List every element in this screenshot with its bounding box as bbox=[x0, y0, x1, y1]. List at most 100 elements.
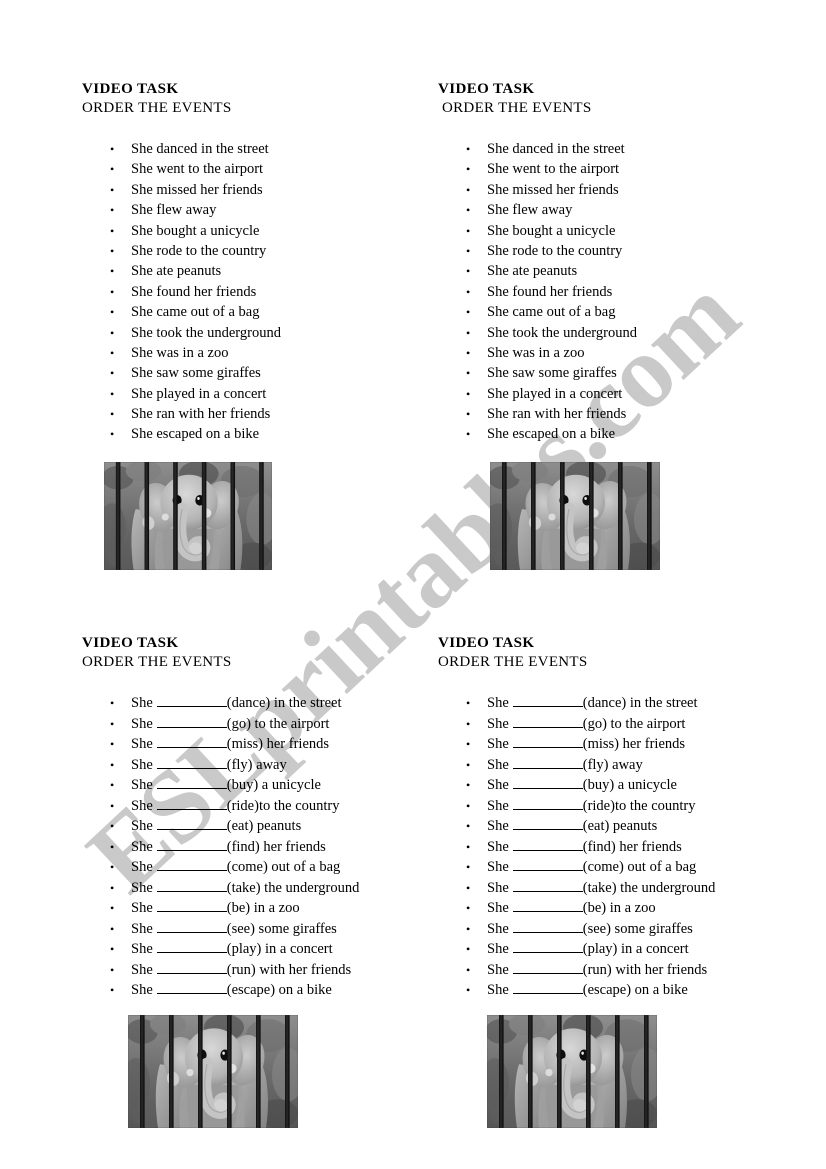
answer-blank[interactable] bbox=[156, 695, 227, 707]
answer-blank[interactable] bbox=[512, 777, 583, 789]
answer-blank[interactable] bbox=[156, 777, 227, 789]
answer-blank[interactable] bbox=[512, 941, 583, 953]
answer-blank[interactable] bbox=[512, 900, 583, 912]
page-subtitle-top-right: ORDER THE EVENTS bbox=[442, 100, 592, 116]
page-subtitle-bottom-right: ORDER THE EVENTS bbox=[438, 654, 588, 670]
answer-blank[interactable] bbox=[156, 880, 227, 892]
sentence-subject: She bbox=[487, 695, 509, 711]
page-subtitle-top-left: ORDER THE EVENTS bbox=[82, 100, 232, 116]
list-item: She was in a zoo bbox=[82, 343, 412, 364]
answer-blank[interactable] bbox=[156, 798, 227, 810]
event-text: She went to the airport bbox=[487, 161, 620, 178]
sentence-subject: She bbox=[487, 756, 509, 773]
list-item: She missed her friends bbox=[82, 180, 412, 201]
event-text: She rode to the country bbox=[487, 242, 623, 259]
sentence-subject: She bbox=[487, 818, 509, 834]
list-item: She escaped on a bike bbox=[438, 424, 768, 445]
answer-blank[interactable] bbox=[512, 798, 583, 810]
list-item: She (go) to the airport bbox=[438, 714, 783, 735]
sentence-subject: She bbox=[131, 859, 153, 875]
list-item: She (fly) away bbox=[438, 755, 783, 776]
answer-blank[interactable] bbox=[156, 982, 227, 994]
answer-blank[interactable] bbox=[156, 736, 227, 748]
list-item: She (fly) away bbox=[82, 755, 427, 776]
answer-blank[interactable] bbox=[512, 757, 583, 769]
answer-blank[interactable] bbox=[156, 921, 227, 933]
sentence-subject: She bbox=[131, 756, 153, 773]
answer-blank[interactable] bbox=[156, 962, 227, 974]
elephant-costume-photo bbox=[104, 462, 272, 570]
answer-blank[interactable] bbox=[512, 716, 583, 728]
event-text: She played in a concert bbox=[131, 385, 267, 402]
answer-blank[interactable] bbox=[512, 921, 583, 933]
answer-blank[interactable] bbox=[512, 839, 583, 851]
verb-cue: (fly) away bbox=[582, 756, 643, 773]
page-subtitle-bottom-left: ORDER THE EVENTS bbox=[82, 654, 232, 670]
sentence-subject: She bbox=[487, 777, 509, 793]
sentence-subject: She bbox=[487, 920, 509, 937]
sentence-subject: She bbox=[131, 982, 153, 998]
answer-blank[interactable] bbox=[156, 859, 227, 871]
verb-cue: (be) in a zoo bbox=[226, 900, 300, 916]
section-top-left: VIDEO TASK ORDER THE EVENTS She danced i… bbox=[82, 80, 412, 445]
event-text: She came out of a bag bbox=[487, 304, 616, 321]
list-item: She flew away bbox=[438, 200, 768, 221]
event-text: She came out of a bag bbox=[131, 304, 260, 321]
verb-cue: (find) her friends bbox=[226, 838, 326, 855]
sentence-subject: She bbox=[487, 961, 509, 978]
sentence-subject: She bbox=[487, 941, 509, 957]
answer-blank[interactable] bbox=[156, 716, 227, 728]
sentence-subject: She bbox=[131, 818, 153, 834]
list-item: She (go) to the airport bbox=[82, 714, 427, 735]
event-text: She saw some giraffes bbox=[487, 365, 617, 382]
list-item: She (escape) on a bike bbox=[82, 980, 427, 1001]
verb-cue: (run) with her friends bbox=[582, 961, 708, 978]
gapfill-list-bottom-left: She (dance) in the street She (go) to the a… bbox=[82, 693, 427, 1001]
sentence-subject: She bbox=[487, 715, 509, 732]
sentence-subject: She bbox=[131, 736, 153, 752]
answer-blank[interactable] bbox=[156, 900, 227, 912]
answer-blank[interactable] bbox=[512, 818, 583, 830]
answer-blank[interactable] bbox=[156, 818, 227, 830]
list-item: She ran with her friends bbox=[438, 404, 768, 425]
event-text: She escaped on a bike bbox=[487, 426, 616, 443]
event-text: She escaped on a bike bbox=[131, 426, 260, 443]
answer-blank[interactable] bbox=[512, 880, 583, 892]
list-item: She (come) out of a bag bbox=[82, 857, 427, 878]
answer-blank[interactable] bbox=[512, 962, 583, 974]
sentence-subject: She bbox=[487, 982, 509, 998]
sentence-subject: She bbox=[131, 695, 153, 711]
verb-cue: (see) some giraffes bbox=[582, 920, 693, 937]
list-item: She (miss) her friends bbox=[82, 734, 427, 755]
list-item: She (buy) a unicycle bbox=[82, 775, 427, 796]
verb-cue: (eat) peanuts bbox=[582, 818, 658, 834]
event-text: She was in a zoo bbox=[487, 344, 585, 361]
list-item: She (take) the underground bbox=[82, 878, 427, 899]
verb-cue: (go) to the airport bbox=[226, 715, 330, 732]
answer-blank[interactable] bbox=[156, 941, 227, 953]
answer-blank[interactable] bbox=[512, 736, 583, 748]
answer-blank[interactable] bbox=[512, 695, 583, 707]
event-text: She was in a zoo bbox=[131, 344, 229, 361]
event-text: She found her friends bbox=[131, 283, 257, 300]
event-text: She missed her friends bbox=[131, 181, 263, 198]
event-text: She ate peanuts bbox=[131, 263, 222, 280]
answer-blank[interactable] bbox=[156, 757, 227, 769]
answer-blank[interactable] bbox=[156, 839, 227, 851]
list-item: She (play) in a concert bbox=[438, 939, 783, 960]
list-item: She saw some giraffes bbox=[82, 363, 412, 384]
answer-blank[interactable] bbox=[512, 859, 583, 871]
gapfill-list-bottom-right: She (dance) in the street She (go) to the a… bbox=[438, 693, 783, 1001]
event-text: She went to the airport bbox=[131, 161, 264, 178]
list-item: She danced in the street bbox=[82, 139, 412, 160]
list-item: She danced in the street bbox=[438, 139, 768, 160]
list-item: She ate peanuts bbox=[82, 261, 412, 282]
answer-blank[interactable] bbox=[512, 982, 583, 994]
verb-cue: (escape) on a bike bbox=[582, 982, 688, 998]
event-text: She ate peanuts bbox=[487, 263, 578, 280]
sentence-subject: She bbox=[131, 879, 153, 896]
list-item: She ran with her friends bbox=[82, 404, 412, 425]
list-item: She bought a unicycle bbox=[82, 221, 412, 242]
sentence-subject: She bbox=[131, 920, 153, 937]
list-item: She found her friends bbox=[82, 282, 412, 303]
